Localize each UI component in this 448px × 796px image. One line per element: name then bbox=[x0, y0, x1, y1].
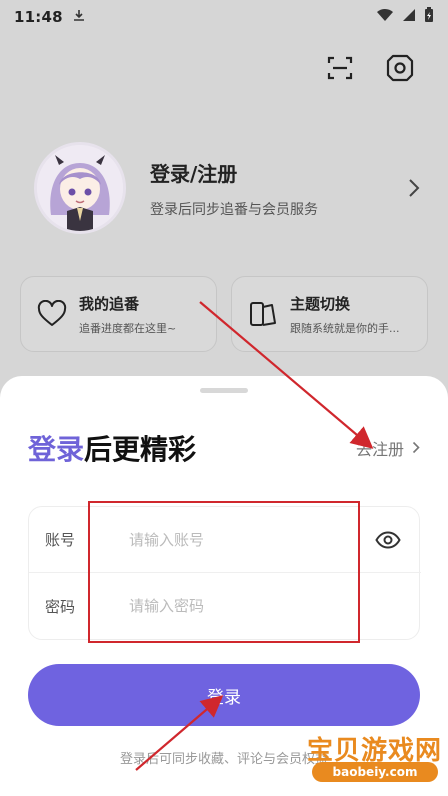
password-label: 密码 bbox=[45, 597, 76, 616]
wifi-icon bbox=[376, 8, 394, 26]
theme-icon bbox=[246, 297, 280, 331]
download-icon bbox=[73, 9, 85, 25]
go-register-label: 去注册 bbox=[355, 440, 404, 459]
battery-icon bbox=[424, 7, 434, 27]
top-actions bbox=[324, 52, 416, 84]
heading-accent: 登录 bbox=[28, 433, 85, 466]
avatar bbox=[34, 142, 126, 234]
password-row: 密码 bbox=[29, 573, 421, 639]
account-input[interactable] bbox=[129, 530, 359, 549]
my-follow-card[interactable]: 我的追番 追番进度都在这里~ bbox=[20, 276, 217, 352]
sheet-drag-handle[interactable] bbox=[200, 388, 248, 393]
chevron-right-icon bbox=[404, 178, 424, 198]
sheet-header: 登录后更精彩 去注册 bbox=[28, 428, 420, 468]
go-register-link[interactable]: 去注册 bbox=[356, 436, 420, 460]
feature-cards: 我的追番 追番进度都在这里~ 主题切换 跟随系统就是你的手... bbox=[20, 276, 428, 352]
account-row: 账号 bbox=[29, 507, 421, 573]
heart-icon bbox=[35, 297, 69, 331]
login-form: 账号 密码 bbox=[28, 506, 421, 640]
status-bar: 11:48 bbox=[0, 0, 448, 34]
my-follow-title: 我的追番 bbox=[79, 294, 140, 313]
theme-switch-subtitle: 跟随系统就是你的手... bbox=[290, 321, 400, 335]
password-input[interactable] bbox=[129, 597, 359, 615]
heading-rest: 后更精彩 bbox=[84, 433, 197, 466]
account-label: 账号 bbox=[45, 531, 76, 549]
settings-icon[interactable] bbox=[384, 52, 416, 84]
signal-icon bbox=[402, 8, 416, 26]
sheet-heading: 登录后更精彩 bbox=[28, 428, 196, 468]
login-button[interactable]: 登录 bbox=[28, 664, 420, 726]
my-follow-subtitle: 追番进度都在这里~ bbox=[79, 321, 177, 335]
eye-icon[interactable] bbox=[375, 528, 401, 552]
theme-switch-title: 主题切换 bbox=[290, 294, 351, 313]
chevron-right-icon bbox=[412, 439, 420, 458]
login-register-title: 登录/注册 bbox=[150, 161, 238, 186]
theme-switch-card[interactable]: 主题切换 跟随系统就是你的手... bbox=[231, 276, 428, 352]
profile-login-row[interactable]: 登录/注册 登录后同步追番与会员服务 bbox=[34, 140, 424, 236]
status-time: 11:48 bbox=[14, 8, 63, 26]
scan-icon[interactable] bbox=[324, 52, 356, 84]
watermark-logo: 宝贝游戏网 baobeiy.com bbox=[272, 726, 442, 786]
watermark-url: baobeiy.com bbox=[312, 762, 438, 782]
login-register-subtitle: 登录后同步追番与会员服务 bbox=[150, 201, 318, 218]
